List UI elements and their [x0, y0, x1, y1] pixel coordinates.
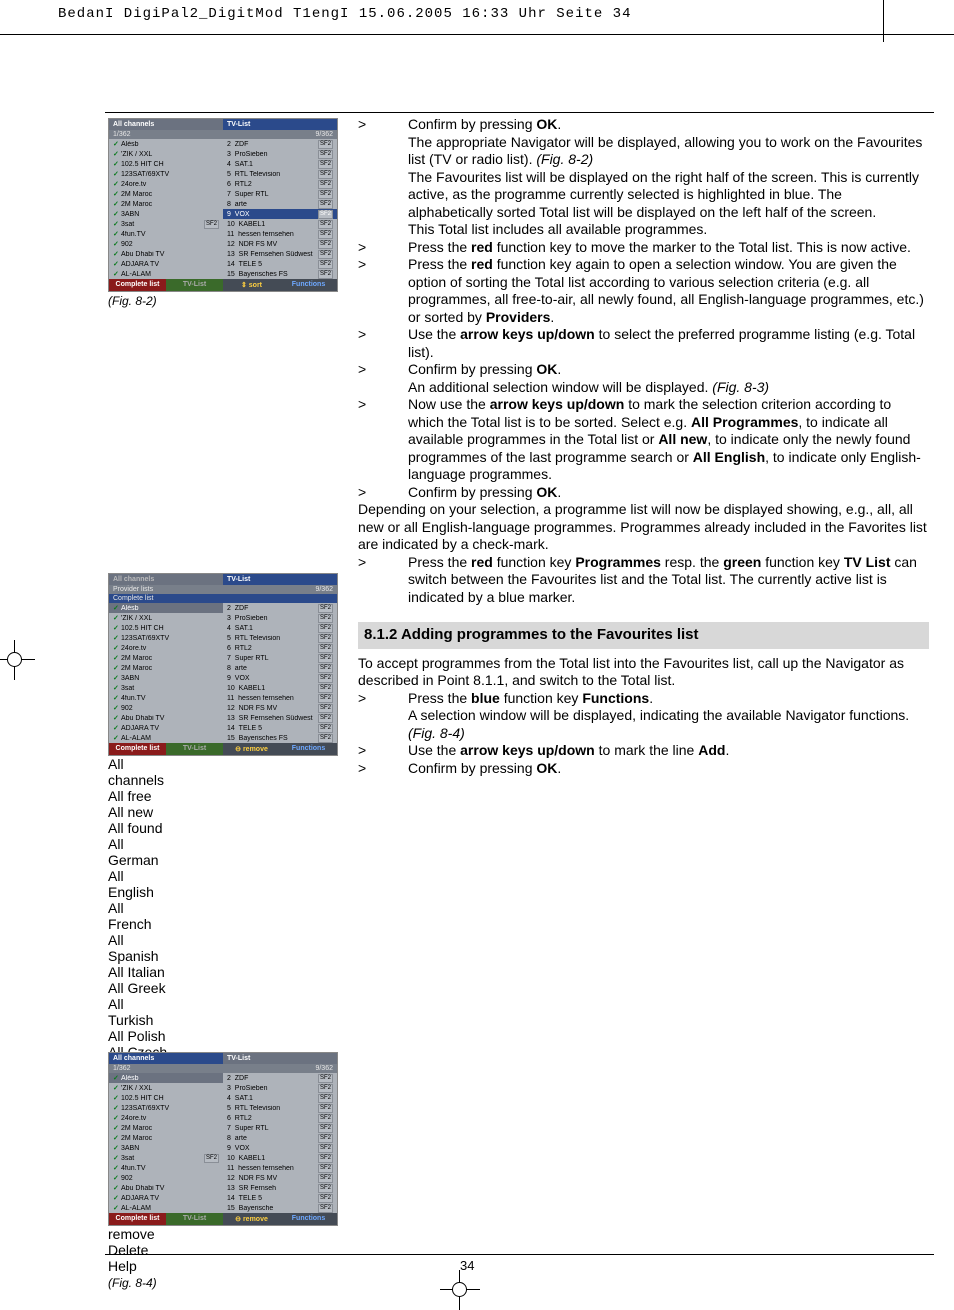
figure-8-3-screenshot: All channelsTV-List Provider lists9/362 … — [108, 573, 338, 756]
body-text: >Confirm by pressing OK. The appropriate… — [358, 116, 929, 777]
crop-mark-bottom — [440, 1270, 480, 1310]
print-header: BedanI DigiPal2_DigitMod T1engI 15.06.20… — [58, 6, 631, 22]
section-heading: 8.1.2 Adding programmes to the Favourite… — [358, 622, 929, 649]
crop-mark-left — [0, 640, 35, 680]
figure-8-4-screenshot: All channelsTV-List 1/3629/362 ✓Alésb✓'Z… — [108, 1052, 338, 1226]
figure-8-2-screenshot: All channelsTV-List 1/3629/362 ✓Alésb✓'Z… — [108, 118, 338, 292]
figure-8-2-label: (Fig. 8-2) — [108, 294, 338, 308]
content-top-rule — [105, 112, 934, 113]
crop-mark-top — [883, 0, 884, 42]
header-rule — [0, 34, 954, 35]
figure-8-4-label: (Fig. 8-4) — [108, 1276, 338, 1290]
content-bottom-rule — [105, 1254, 934, 1255]
